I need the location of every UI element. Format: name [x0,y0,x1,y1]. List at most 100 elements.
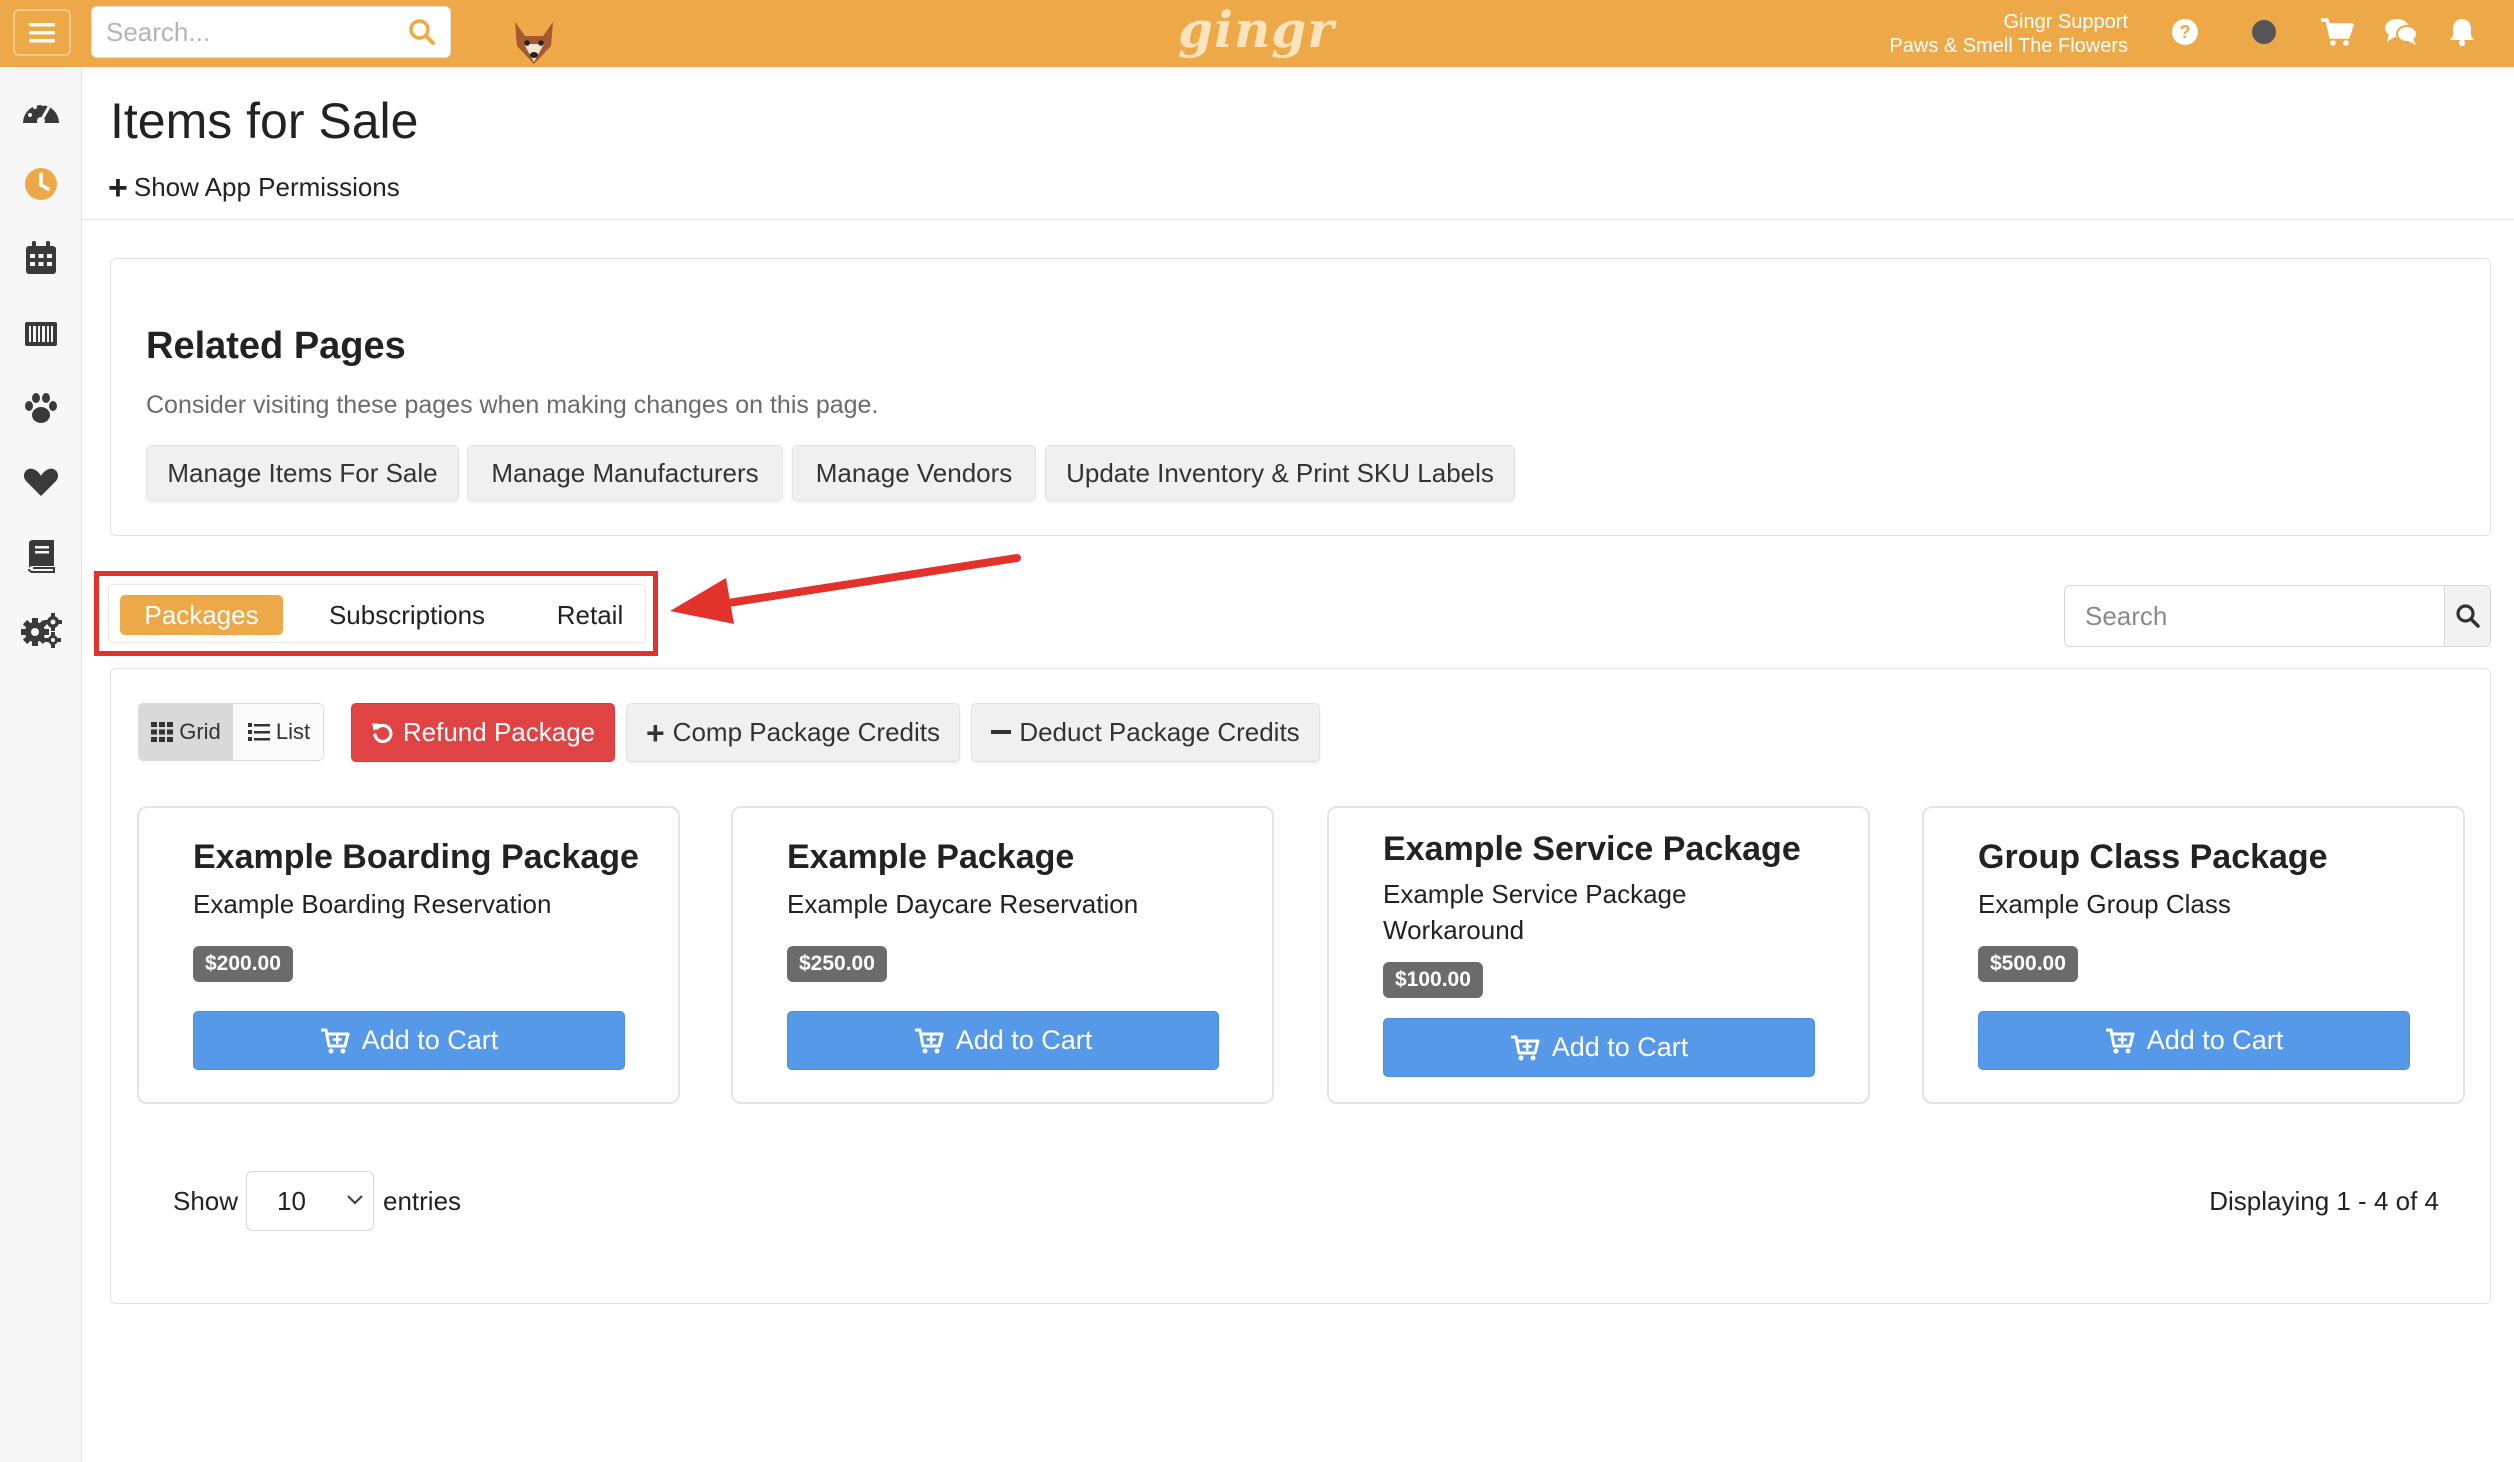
svg-text:?: ? [2180,22,2191,42]
paw-icon [25,393,57,423]
cart-plus-icon [1510,1035,1540,1060]
user-info[interactable]: Gingr Support Paws & Smell The Flowers [1889,10,2128,58]
cart-plus-icon [2105,1028,2135,1053]
sidebar-item-favorites[interactable] [20,461,62,503]
manage-items-for-sale-button[interactable]: Manage Items For Sale [146,445,459,501]
package-name: Example Boarding Package [193,838,639,876]
package-card: Example Service Package Example Service … [1327,806,1870,1104]
refund-package-button[interactable]: Refund Package [351,703,615,762]
top-bar: gingr Gingr Support Paws & Smell The Flo… [0,0,2514,67]
add-to-cart-button[interactable]: Add to Cart [193,1011,625,1070]
gingr-logo: gingr [1178,0,1335,59]
package-description: Example Group Class [1978,889,2231,919]
refund-package-label: Refund Package [402,717,596,747]
entries-label: entries [383,1186,462,1216]
sidebar-item-settings[interactable] [20,609,62,651]
chevron-down-icon [347,1195,363,1205]
deduct-package-credits-button[interactable]: Deduct Package Credits [971,703,1320,762]
comp-package-credits-button[interactable]: + Comp Package Credits [626,703,960,762]
global-search-input[interactable] [92,7,392,57]
package-name: Example Service Package [1383,830,1801,868]
add-to-cart-label: Add to Cart [2146,1025,2284,1055]
cart-plus-icon [914,1028,944,1053]
price-badge: $500.00 [1978,946,2078,982]
sidebar-item-barcode[interactable] [20,313,62,355]
manage-manufacturers-button[interactable]: Manage Manufacturers [467,445,783,501]
package-description: Example Service Package Workaround [1383,879,1687,945]
search-icon[interactable] [408,18,436,46]
related-pages-card: Related Pages Consider visiting these pa… [110,258,2491,536]
show-label: Show [173,1186,239,1216]
clock-icon [25,168,57,200]
search-icon [2455,604,2480,628]
status-dot-icon[interactable] [2249,17,2279,47]
undo-icon [371,722,393,743]
package-card: Group Class Package Example Group Class … [1922,806,2465,1104]
global-search [91,6,451,58]
list-icon [247,723,270,741]
package-search-button[interactable] [2444,586,2490,646]
sidebar-item-dashboard[interactable] [20,89,62,131]
price-badge: $100.00 [1383,962,1483,998]
package-name: Example Package [787,838,1075,876]
dog-mascot-icon [515,22,553,64]
plus-icon: + [108,168,128,207]
update-inventory-button[interactable]: Update Inventory & Print SKU Labels [1045,445,1515,501]
sidebar-item-pets[interactable] [20,387,62,429]
related-pages-title: Related Pages [146,325,406,367]
package-name: Group Class Package [1978,838,2328,876]
package-description: Example Daycare Reservation [787,889,1139,919]
minus-icon [991,729,1012,734]
displaying-count: Displaying 1 - 4 of 4 [2209,1186,2439,1216]
tabs-highlight-box [94,571,658,656]
sidebar-item-calendar[interactable] [20,237,62,279]
cart-icon[interactable] [2320,17,2354,47]
show-app-permissions-label: Show App Permissions [133,172,400,202]
list-view-button[interactable]: List [233,704,323,760]
grid-icon [151,722,174,742]
add-to-cart-button[interactable]: Add to Cart [1383,1018,1815,1077]
sidebar [0,67,82,1462]
entries-per-page-select[interactable]: 10 [246,1171,374,1231]
sidebar-item-timeclock[interactable] [20,163,62,205]
view-toggle: Grid List [138,703,324,761]
help-icon[interactable]: ? [2170,17,2200,47]
deduct-package-credits-label: Deduct Package Credits [1019,717,1300,747]
annotation-arrow-icon [670,554,1021,624]
show-app-permissions-link[interactable]: + Show App Permissions [108,168,400,207]
cart-plus-icon [320,1028,350,1053]
related-pages-subtitle: Consider visiting these pages when makin… [146,391,879,419]
hamburger-icon [29,22,55,42]
list-view-label: List [275,719,311,744]
manage-vendors-button[interactable]: Manage Vendors [792,445,1036,501]
add-to-cart-label: Add to Cart [1551,1032,1689,1062]
add-to-cart-label: Add to Cart [361,1025,499,1055]
add-to-cart-label: Add to Cart [955,1025,1093,1055]
calendar-icon [26,241,56,274]
grid-view-button[interactable]: Grid [139,704,233,760]
header-divider [82,219,2514,220]
package-description: Example Boarding Reservation [193,889,552,919]
package-card: Example Package Example Daycare Reservat… [731,806,1274,1104]
package-search-input[interactable] [2065,586,2443,646]
book-icon [28,540,55,573]
hamburger-menu-button[interactable] [13,9,71,56]
location-name: Paws & Smell The Flowers [1889,35,2128,57]
chat-icon[interactable] [2384,17,2418,47]
package-search [2064,585,2491,647]
grid-view-label: Grid [179,719,221,744]
entries-per-page-value: 10 [277,1185,306,1216]
heart-icon [23,468,59,496]
gears-icon [21,613,62,648]
plus-icon: + [645,714,665,751]
page-title: Items for Sale [110,93,419,149]
package-card: Example Boarding Package Example Boardin… [137,806,680,1104]
comp-package-credits-label: Comp Package Credits [672,717,941,747]
notification-bell-icon[interactable] [2448,17,2476,47]
add-to-cart-button[interactable]: Add to Cart [787,1011,1219,1070]
sidebar-item-reports[interactable] [20,535,62,577]
barcode-icon [25,322,57,346]
price-badge: $200.00 [193,946,293,982]
add-to-cart-button[interactable]: Add to Cart [1978,1011,2410,1070]
user-name: Gingr Support [2003,11,2128,33]
